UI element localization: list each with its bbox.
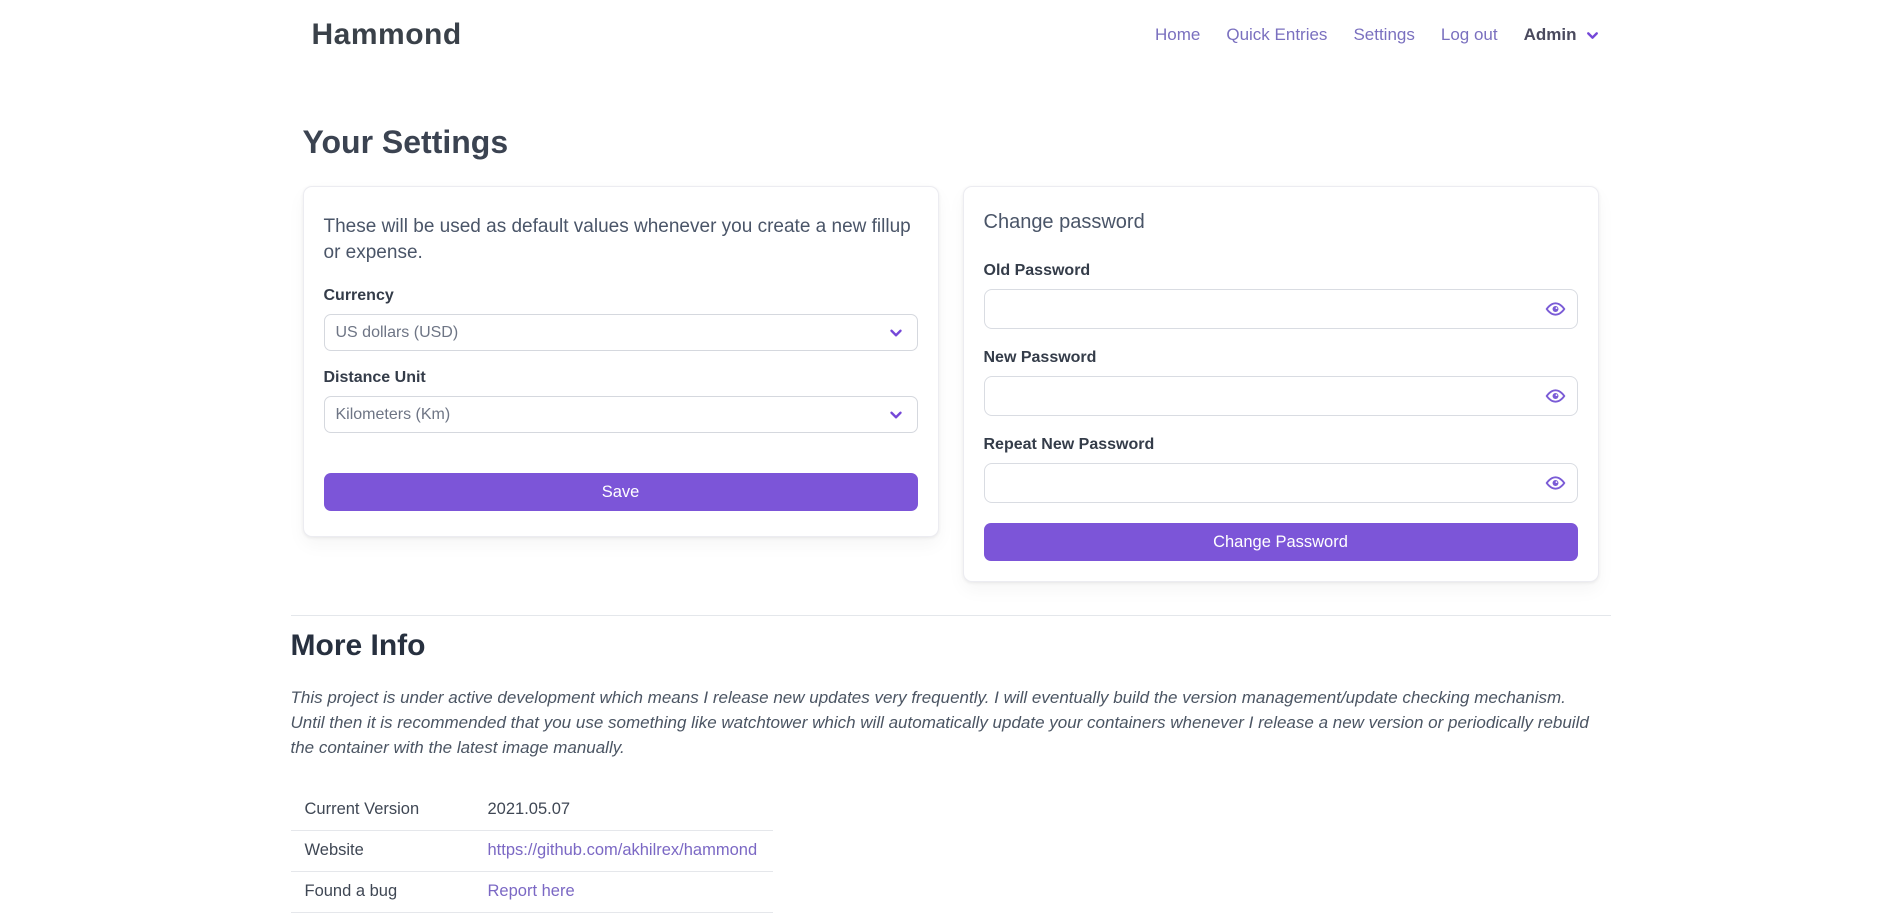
toggle-old-password-visibility[interactable] bbox=[1543, 297, 1568, 322]
new-password-label: New Password bbox=[984, 349, 1578, 367]
currency-label: Currency bbox=[324, 287, 918, 305]
new-password-wrap bbox=[984, 376, 1578, 416]
currency-selected-value: US dollars (USD) bbox=[336, 324, 459, 342]
old-password-input[interactable] bbox=[984, 289, 1578, 329]
distance-unit-label: Distance Unit bbox=[324, 369, 918, 387]
more-info-section: More Info This project is under active d… bbox=[291, 629, 1611, 914]
nav-item-logout[interactable]: Log out bbox=[1441, 25, 1498, 45]
repeat-password-label: Repeat New Password bbox=[984, 436, 1578, 454]
info-table: Current Version 2021.05.07 Website https… bbox=[291, 790, 773, 914]
old-password-label: Old Password bbox=[984, 262, 1578, 280]
row-label: Current Version bbox=[291, 790, 488, 831]
save-button[interactable]: Save bbox=[324, 473, 918, 511]
change-password-button[interactable]: Change Password bbox=[984, 523, 1578, 561]
table-row-bug: Found a bug Report here bbox=[291, 872, 773, 913]
chevron-down-icon bbox=[887, 406, 905, 424]
page-title: Your Settings bbox=[291, 124, 1611, 161]
eye-icon bbox=[1545, 473, 1566, 494]
navbar: Hammond Home Quick Entries Settings Log … bbox=[0, 0, 1901, 70]
main-nav: Home Quick Entries Settings Log out Admi… bbox=[1155, 25, 1601, 45]
brand-logo[interactable]: Hammond bbox=[312, 18, 462, 52]
row-label: Website bbox=[291, 831, 488, 872]
development-note: This project is under active development… bbox=[291, 685, 1603, 760]
defaults-card: These will be used as default values whe… bbox=[303, 186, 939, 537]
distance-selected-value: Kilometers (Km) bbox=[336, 406, 451, 424]
current-version-value: 2021.05.07 bbox=[488, 790, 773, 831]
nav-item-quick-entries[interactable]: Quick Entries bbox=[1226, 25, 1327, 45]
nav-item-settings[interactable]: Settings bbox=[1353, 25, 1414, 45]
admin-dropdown[interactable]: Admin bbox=[1524, 25, 1601, 45]
toggle-new-password-visibility[interactable] bbox=[1543, 384, 1568, 409]
chevron-down-icon bbox=[1584, 27, 1601, 44]
repeat-password-wrap bbox=[984, 463, 1578, 503]
website-link[interactable]: https://github.com/akhilrex/hammond bbox=[488, 841, 758, 859]
repeat-password-input[interactable] bbox=[984, 463, 1578, 503]
table-row-website: Website https://github.com/akhilrex/hamm… bbox=[291, 831, 773, 872]
change-password-card: Change password Old Password New Passwor… bbox=[963, 186, 1599, 582]
new-password-input[interactable] bbox=[984, 376, 1578, 416]
eye-icon bbox=[1545, 299, 1566, 320]
old-password-wrap bbox=[984, 289, 1578, 329]
currency-select[interactable]: US dollars (USD) bbox=[324, 314, 918, 351]
distance-unit-select[interactable]: Kilometers (Km) bbox=[324, 396, 918, 433]
row-label: Found a bug bbox=[291, 872, 488, 913]
report-bug-link[interactable]: Report here bbox=[488, 882, 575, 900]
defaults-description: These will be used as default values whe… bbox=[324, 214, 918, 265]
eye-icon bbox=[1545, 386, 1566, 407]
settings-cards-row: These will be used as default values whe… bbox=[291, 186, 1611, 582]
admin-label: Admin bbox=[1524, 25, 1577, 45]
change-password-title: Change password bbox=[984, 211, 1578, 234]
main-content: Your Settings These will be used as defa… bbox=[291, 124, 1611, 914]
nav-item-home[interactable]: Home bbox=[1155, 25, 1200, 45]
chevron-down-icon bbox=[887, 324, 905, 342]
more-info-title: More Info bbox=[291, 629, 1611, 663]
toggle-repeat-password-visibility[interactable] bbox=[1543, 471, 1568, 496]
table-row-current-version: Current Version 2021.05.07 bbox=[291, 790, 773, 831]
section-divider bbox=[291, 615, 1611, 616]
